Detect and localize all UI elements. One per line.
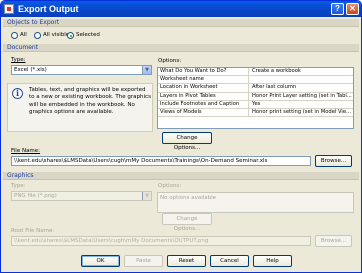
title-bar[interactable]: Export Output ? ✕ [1,1,361,17]
root-file-name-input[interactable]: \\kent.edu\shares\$LMSData\Users\cugh\mM… [11,236,311,246]
option-value [251,76,352,83]
help-button[interactable]: Help [253,255,292,267]
document-info-text: Tables, text, and graphics will be expor… [29,87,151,116]
table-row[interactable]: Views of Models Honor print setting (set … [158,109,353,118]
radio-all-button[interactable] [11,32,18,39]
document-info-box: i Tables, text, and graphics will be exp… [7,83,153,132]
radio-all-label: All [20,32,27,38]
option-key: Views of Models [159,109,249,117]
graphics-type-value: PNG file (*.png) [14,193,57,199]
help-question-icon[interactable]: ? [331,3,344,15]
table-row[interactable]: Include Footnotes and Caption Yes [158,100,353,109]
option-key: Location in Worksheet [159,84,249,92]
option-value: Honor print setting (set in Model Vie... [252,109,352,115]
document-browse-button[interactable]: Browse... [315,155,352,167]
graphics-change-options-button[interactable]: Change Options... [162,213,212,232]
table-row[interactable]: Location in Worksheet After last column [158,84,353,93]
option-value: Create a workbook [252,68,301,74]
export-output-dialog: Export Output ? ✕ Objects to Export All … [0,0,362,273]
cancel-button[interactable]: Cancel [210,255,249,267]
paste-button[interactable]: Paste [124,255,163,267]
table-row[interactable]: Worksheet name [158,76,353,85]
option-key: What Do You Want to Do? [159,68,249,76]
radio-selected-label: Selected [76,32,100,38]
file-name-label: File Name: [11,148,41,154]
window-title: Export Output [18,4,79,14]
graphics-type-label: Type: [11,183,26,189]
radio-selected-button[interactable] [67,32,74,39]
option-key: Include Footnotes and Caption [159,100,249,108]
chevron-down-icon[interactable]: ▼ [142,192,151,200]
option-key: Layers in Pivot Tables [159,92,249,100]
ok-button[interactable]: OK [81,255,120,267]
table-row[interactable]: Layers in Pivot Tables Honor Print Layer … [158,92,353,101]
option-key: Worksheet name [159,76,249,84]
document-type-value: Excel (*.xls) [14,67,47,73]
graphics-options-label: Options: [158,183,182,189]
root-file-name-label: Root File Name: [11,228,55,234]
document-header: Document [3,44,359,52]
graphics-browse-button[interactable]: Browse... [315,235,352,247]
document-options-label: Options: [158,58,182,64]
table-row[interactable]: What Do You Want to Do? Create a workbook [158,68,353,77]
option-value: Yes [252,100,261,107]
info-icon: i [12,88,23,99]
file-name-input[interactable]: \\kent.edu\shares\$LMSData\Users\cugh\mM… [11,156,311,166]
reset-button[interactable]: Reset [167,255,206,267]
option-value: Honor Print Layer setting (set in Tabl..… [252,92,352,99]
close-icon[interactable]: ✕ [346,3,359,15]
graphics-options-text: No options available [160,195,217,201]
chevron-down-icon[interactable]: ▼ [142,66,151,74]
document-type-select[interactable]: Excel (*.xls) ▼ [11,65,152,75]
graphics-type-select[interactable]: PNG file (*.png) ▼ [11,191,152,201]
radio-all-visible-label: All visible [43,32,70,38]
radio-all-visible-button[interactable] [34,32,41,39]
document-options-table[interactable]: What Do You Want to Do? Create a workbook… [157,67,354,129]
app-icon [4,4,14,14]
graphics-options-box: No options available [157,192,354,213]
document-type-label: Type: [11,57,26,63]
document-change-options-button[interactable]: Change Options... [162,132,212,151]
option-value: After last column [252,84,297,91]
graphics-header: Graphics [3,172,359,180]
objects-to-export-header: Objects to Export [3,19,359,27]
